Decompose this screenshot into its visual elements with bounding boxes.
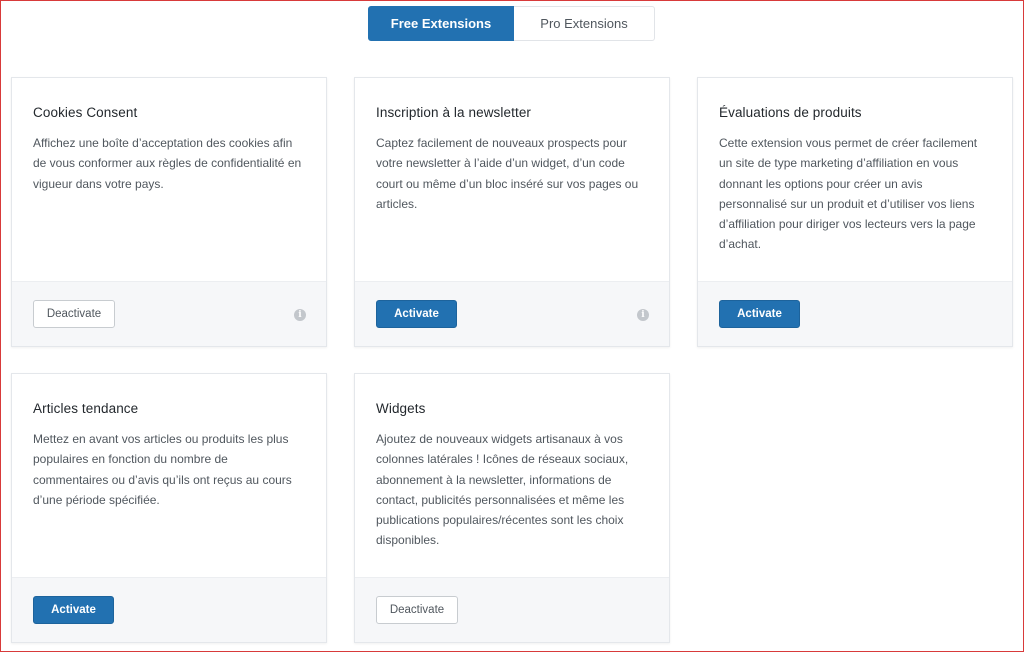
activate-button[interactable]: Activate bbox=[719, 300, 800, 328]
card-footer: Deactivate i bbox=[12, 281, 326, 346]
card-title: Cookies Consent bbox=[33, 105, 138, 120]
card-footer: Deactivate bbox=[355, 577, 669, 642]
info-icon[interactable]: i bbox=[294, 309, 306, 321]
card-footer: Activate bbox=[12, 577, 326, 642]
card-footer: Activate bbox=[698, 281, 1012, 346]
tab-pro-extensions[interactable]: Pro Extensions bbox=[514, 6, 655, 41]
card-body: Évaluations de produits Cette extension … bbox=[698, 78, 1012, 282]
extension-card-product-reviews: Évaluations de produits Cette extension … bbox=[697, 77, 1013, 347]
card-title: Widgets bbox=[376, 401, 426, 416]
card-title: Inscription à la newsletter bbox=[376, 105, 532, 120]
deactivate-button[interactable]: Deactivate bbox=[376, 596, 458, 624]
card-body: Articles tendance Mettez en avant vos ar… bbox=[12, 374, 326, 578]
activate-button[interactable]: Activate bbox=[376, 300, 457, 328]
extension-card-trending-articles: Articles tendance Mettez en avant vos ar… bbox=[11, 373, 327, 643]
card-title: Articles tendance bbox=[33, 401, 139, 416]
info-icon[interactable]: i bbox=[637, 309, 649, 321]
extension-card-widgets: Widgets Ajoutez de nouveaux widgets arti… bbox=[354, 373, 670, 643]
card-description: Mettez en avant vos articles ou produits… bbox=[33, 432, 292, 507]
card-body: Inscription à la newsletter Captez facil… bbox=[355, 78, 669, 282]
card-body: Widgets Ajoutez de nouveaux widgets arti… bbox=[355, 374, 669, 578]
deactivate-button[interactable]: Deactivate bbox=[33, 300, 115, 328]
card-title: Évaluations de produits bbox=[719, 105, 862, 120]
card-body: Cookies Consent Affichez une boîte d’acc… bbox=[12, 78, 326, 282]
card-description: Affichez une boîte d’acceptation des coo… bbox=[33, 136, 302, 191]
card-description: Captez facilement de nouveaux prospects … bbox=[376, 136, 639, 211]
card-description: Ajoutez de nouveaux widgets artisanaux à… bbox=[376, 432, 629, 548]
extension-card-newsletter: Inscription à la newsletter Captez facil… bbox=[354, 77, 670, 347]
extensions-tab-group: Free Extensions Pro Extensions bbox=[368, 6, 655, 41]
activate-button[interactable]: Activate bbox=[33, 596, 114, 624]
tab-free-extensions[interactable]: Free Extensions bbox=[368, 6, 514, 41]
extension-card-cookies-consent: Cookies Consent Affichez une boîte d’acc… bbox=[11, 77, 327, 347]
card-description: Cette extension vous permet de créer fac… bbox=[719, 136, 978, 252]
card-footer: Activate i bbox=[355, 281, 669, 346]
